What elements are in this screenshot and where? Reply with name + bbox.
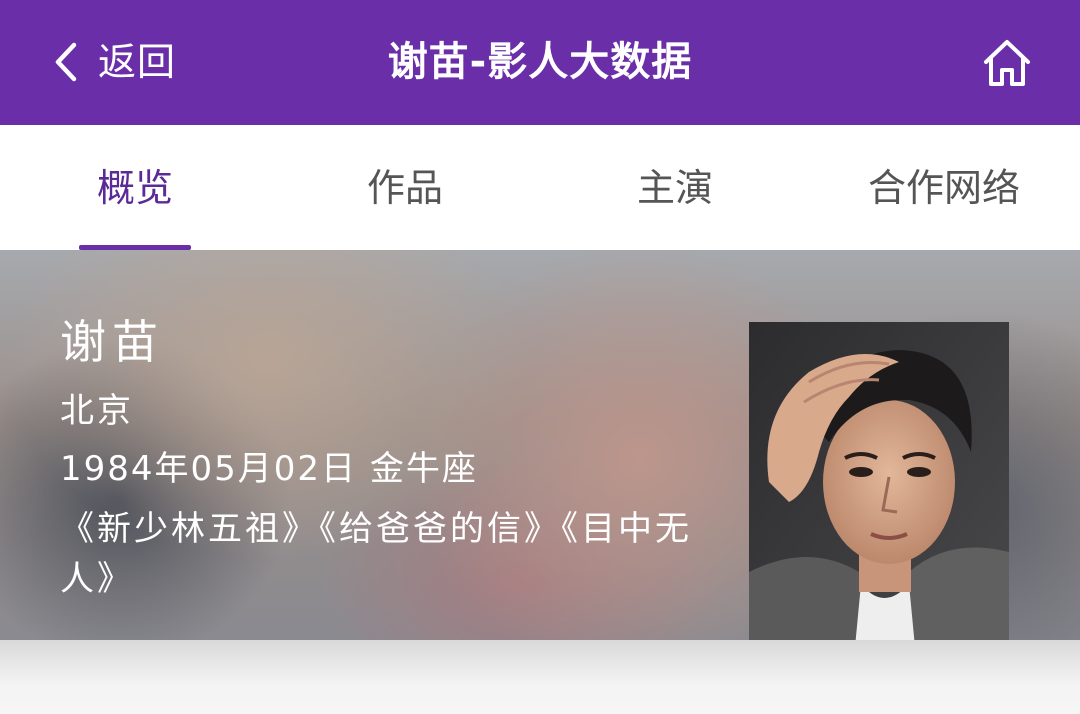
actor-portrait[interactable] bbox=[749, 322, 1009, 668]
actor-notable-works: 《新少林五祖》《给爸爸的信》《目中无人》 bbox=[60, 509, 692, 599]
tab-lead-roles[interactable]: 主演 bbox=[540, 125, 810, 250]
home-icon bbox=[980, 40, 1034, 94]
tab-bar: 概览 作品 主演 合作网络 bbox=[0, 125, 1080, 250]
app-root: 返回 谢苗-影人大数据 概览 作品 主演 合作网络 谢苗 北京 1984年05月… bbox=[0, 0, 1080, 714]
tab-overview-label: 概览 bbox=[97, 166, 174, 210]
tab-collaboration-network[interactable]: 合作网络 bbox=[810, 125, 1080, 250]
tab-lead-roles-label: 主演 bbox=[637, 166, 714, 210]
tab-collaboration-network-label: 合作网络 bbox=[868, 166, 1021, 210]
page-title: 谢苗-影人大数据 bbox=[387, 39, 693, 85]
tab-overview[interactable]: 概览 bbox=[0, 125, 270, 250]
home-button[interactable] bbox=[980, 36, 1034, 90]
tab-works-label: 作品 bbox=[367, 166, 444, 210]
content-area-below-hero bbox=[0, 640, 1080, 714]
top-navigation-bar: 返回 谢苗-影人大数据 bbox=[0, 0, 1080, 125]
profile-hero: 谢苗 北京 1984年05月02日 金牛座 《新少林五祖》《给爸爸的信》《目中无… bbox=[0, 250, 1080, 668]
actor-birthplace: 北京 bbox=[60, 391, 134, 431]
actor-birthdate: 1984年05月02日 金牛座 bbox=[60, 449, 478, 489]
tab-works[interactable]: 作品 bbox=[270, 125, 540, 250]
actor-name: 谢苗 bbox=[60, 315, 164, 369]
